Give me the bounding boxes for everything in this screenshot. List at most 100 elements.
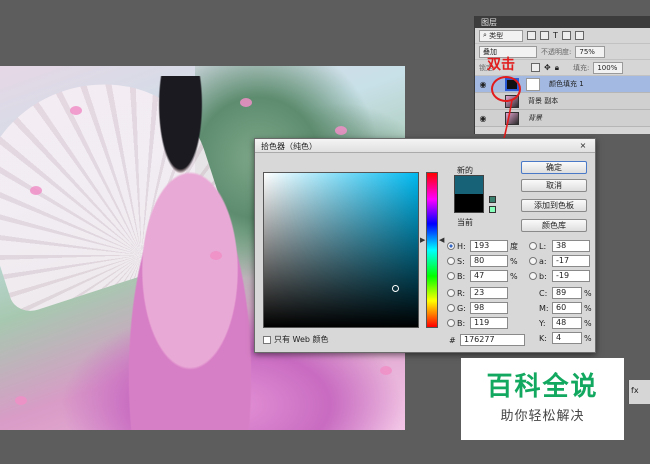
cyan-label: C: [539,288,548,298]
green-radio[interactable] [447,304,455,312]
green-label: G: [457,303,466,313]
petal [210,251,222,260]
opacity-input[interactable]: 75% [575,45,606,58]
petal [380,366,392,375]
ok-button[interactable]: 确定 [521,161,587,174]
smart-object-filter-icon[interactable] [574,31,584,40]
lab-b-row: b: -19 [529,270,590,282]
lab-a-label: a: [539,256,547,266]
cyan-row: C: 89 % [539,287,594,299]
fill-input[interactable]: 100% [593,61,624,74]
petal [70,106,82,115]
hue-row: H: 193 度 [447,240,520,252]
layer-name: 背景 副本 [528,97,559,105]
blue-row: B: 119 [447,317,508,329]
brightness-label: B: [457,271,466,281]
hex-label: # [449,335,456,345]
web-only-checkbox[interactable] [263,335,271,344]
watermark-subtitle: 助你轻松解决 [500,409,585,424]
petal [30,186,42,195]
double-click-annotation: 双击 [487,57,515,73]
eye-icon[interactable]: ◉ [478,114,488,123]
add-to-swatches-button[interactable]: 添加到色板 [521,199,587,212]
pixel-filter-icon[interactable] [527,31,536,40]
brightness-row: B: 47 % [447,270,520,282]
opacity-label: 不透明度: [541,47,572,56]
close-icon[interactable]: × [577,141,589,150]
black-row: K: 4 % [539,332,594,344]
saturation-value-field[interactable] [263,172,419,328]
out-of-gamut-icon[interactable] [489,196,496,203]
hue-unit: 度 [510,241,518,251]
cyan-input[interactable]: 89 [552,287,582,299]
lock-icon[interactable]: 🔒︎ [555,63,559,73]
blue-label: B: [457,318,466,328]
layer-row-bg[interactable]: ◉ 背景 [475,110,650,127]
lock-position-icon[interactable] [531,63,540,72]
type-filter-icon[interactable]: T [553,31,558,40]
current-color-label: 当前 [457,218,473,227]
eye-icon[interactable]: ◉ [478,80,488,89]
petal [335,126,347,135]
green-input[interactable]: 98 [470,302,508,314]
move-icon[interactable]: ✥ [544,63,551,72]
layer-thumbnail[interactable] [505,111,519,125]
color-picker-dialog: 拾色器（纯色） × ▶ ◀ 新的 当前 确定 取消 添加到色板 颜色库 H: 1… [254,138,596,353]
lab-a-input[interactable]: -17 [552,255,590,267]
petal [240,98,252,107]
brightness-unit: % [510,271,518,281]
cancel-button[interactable]: 取消 [521,179,587,192]
saturation-input[interactable]: 80 [470,255,508,267]
fx-icon[interactable]: fx [631,386,639,395]
hue-slider-left-arrow-icon[interactable]: ▶ [420,236,425,244]
shape-filter-icon[interactable] [561,31,571,40]
web-safe-icon[interactable] [489,206,496,213]
lab-b-input[interactable]: -19 [552,270,590,282]
magenta-input[interactable]: 60 [552,302,582,314]
panel-fx-strip: fx [628,380,650,404]
lab-l-input[interactable]: 38 [552,240,590,252]
hex-input[interactable]: 176277 [460,334,525,346]
hue-slider[interactable] [426,172,438,328]
watermark-logo: 百科全说 助你轻松解决 [461,358,624,440]
hue-radio[interactable] [447,242,455,250]
yellow-input[interactable]: 48 [552,317,582,329]
fill-label: 填充: [572,63,590,72]
brightness-radio[interactable] [447,272,455,280]
color-libraries-button[interactable]: 颜色库 [521,219,587,232]
lab-b-radio[interactable] [529,272,537,280]
lab-l-label: L: [539,241,547,251]
lab-l-row: L: 38 [529,240,590,252]
lab-a-radio[interactable] [529,257,537,265]
color-cursor[interactable] [392,285,399,292]
black-input[interactable]: 4 [552,332,582,344]
magenta-unit: % [584,303,592,313]
brightness-input[interactable]: 47 [470,270,508,282]
magenta-label: M: [539,303,549,313]
green-row: G: 98 [447,302,508,314]
hue-slider-right-arrow-icon[interactable]: ◀ [439,236,444,244]
web-only-option[interactable]: 只有 Web 颜色 [263,334,329,345]
mask-thumbnail[interactable] [526,77,540,91]
hue-label: H: [457,241,466,251]
red-label: R: [457,288,466,298]
cyan-unit: % [584,288,592,298]
hue-input[interactable]: 193 [470,240,508,252]
current-color-swatch[interactable] [454,194,484,213]
layers-filter-row: ⌕ 类型 T [475,28,650,44]
layers-tab[interactable]: 图层 [475,16,650,28]
blue-input[interactable]: 119 [470,317,508,329]
lab-l-radio[interactable] [529,242,537,250]
layer-kind-label: 类型 [489,31,504,40]
black-label: K: [539,333,547,343]
saturation-radio[interactable] [447,257,455,265]
watermark-title: 百科全说 [486,372,599,402]
black-unit: % [584,333,592,343]
adjustment-filter-icon[interactable] [540,31,549,40]
red-radio[interactable] [447,289,455,297]
blue-radio[interactable] [447,319,455,327]
layer-kind-select[interactable]: ⌕ 类型 [479,29,523,42]
layer-name: 背景 [528,114,542,122]
red-input[interactable]: 23 [470,287,508,299]
yellow-label: Y: [539,318,546,328]
